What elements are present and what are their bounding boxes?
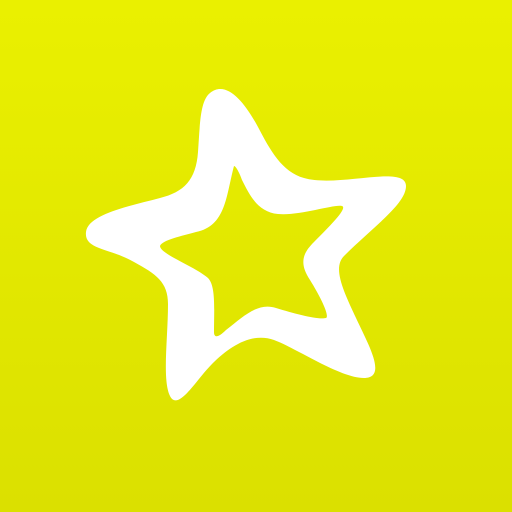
app-icon-tile	[0, 0, 512, 512]
star-outline-shape	[85, 89, 406, 401]
star-icon	[85, 89, 406, 401]
